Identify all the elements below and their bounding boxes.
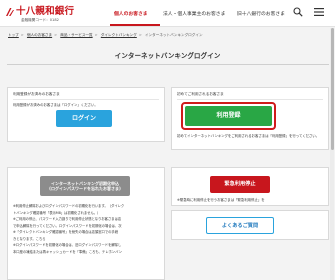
scrollbar-thumb[interactable] [330,28,334,150]
breadcrumb-current: インターネットバンキングログイン [144,33,203,37]
register-button[interactable]: 利用登録 [185,106,272,126]
breadcrumb-item[interactable]: 個人のお客さま [27,33,52,37]
note-line: 本口座の凍結または再キャッシュカードを「準備」ころも、テレホンバン [13,249,122,254]
breadcrumb-separator-icon: > [94,33,98,37]
password-reset-notes: ※利用停止解除およびログインパスワードの初期化を行います。（ダイレク トバンキン… [13,203,159,255]
register-button-highlight: 利用登録 [181,102,276,130]
password-reset-button-line2: (ログインパスワードを忘れたお客さま) [49,186,121,191]
login-card-note: 利用登録がお済みのお客さまは「ログイン」ください。 [13,103,98,107]
password-reset-button[interactable]: インターネットバンキング初期化申込 (ログインパスワードを忘れたお客さま) [40,176,130,196]
breadcrumb-item[interactable]: トップ [8,33,19,37]
emergency-card-note: ※緊急時に利用停止を行うお客さまは「緊急利用停止」を [177,198,265,202]
breadcrumb-item[interactable]: ダイレクトバンキング [101,33,137,37]
breadcrumb: トップ > 個人のお客さま > 商品・サービス一覧 > ダイレクトバンキング > インタ… [8,33,203,38]
card-divider [13,99,159,100]
bank-logo-mark-icon [6,8,14,16]
nav-former-18[interactable]: 旧十八銀行のお客さま [237,10,285,17]
breadcrumb-separator-icon: > [138,33,142,37]
page-scrollbar[interactable] [330,28,334,280]
hamburger-menu-icon[interactable] [314,8,324,16]
faq-button[interactable]: よくあるご質問 [206,217,274,234]
register-card-heading: 初めてご利用されるお客さま [177,92,224,96]
title-divider [7,64,329,65]
breadcrumb-separator-icon: > [20,33,24,37]
emergency-stop-button[interactable]: 緊急利用停止 [210,176,270,193]
login-button[interactable]: ログイン [56,110,112,127]
login-card-heading: 利用登録がお済みのお客さま [13,92,60,96]
breadcrumb-separator-icon: > [54,33,58,37]
page-title: インターネットバンキングログイン [114,52,221,60]
bank-code: 金融機関コード：0182 [21,18,59,22]
card-divider [177,99,323,100]
site-header: 十八親和銀行 金融機関コード：0182 個人のお客さま 法人・個人事業主のお客さ… [0,0,335,27]
bank-logo[interactable]: 十八親和銀行 金融機関コード：0182 [5,6,85,24]
nav-personal[interactable]: 個人のお客さま [114,10,148,17]
active-nav-indicator [110,24,160,26]
bank-name: 十八親和銀行 [16,6,75,17]
search-icon[interactable] [293,7,303,17]
breadcrumb-item[interactable]: 商品・サービス一覧 [60,33,92,37]
register-card-note: 初めてインターネットバンキングをご利用されるお客さまは「利用登録」を行ってくださ… [177,134,320,138]
nav-business[interactable]: 法人・個人事業主のお客さま [163,10,225,17]
